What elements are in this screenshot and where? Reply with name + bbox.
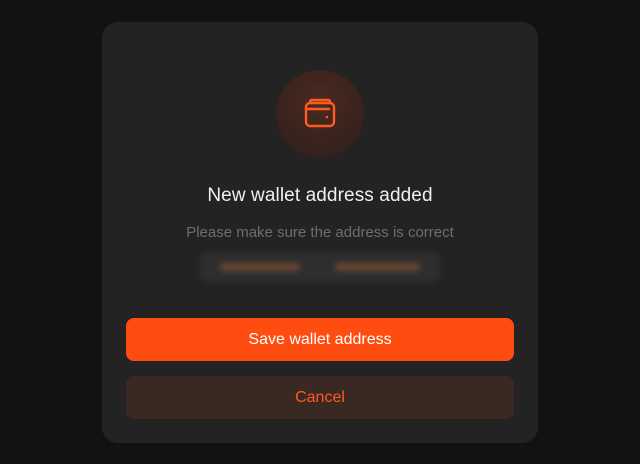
wallet-icon — [304, 98, 336, 128]
cancel-button[interactable]: Cancel — [126, 376, 514, 419]
icon-badge — [276, 70, 364, 158]
dialog-subtitle: Please make sure the address is correct — [186, 224, 454, 241]
address-segment — [220, 263, 300, 271]
address-segment — [335, 263, 420, 271]
wallet-address-blurred — [200, 252, 440, 282]
save-wallet-address-button[interactable]: Save wallet address — [126, 318, 514, 361]
dialog-title: New wallet address added — [207, 185, 433, 206]
wallet-added-dialog: New wallet address added Please make sur… — [102, 22, 538, 443]
